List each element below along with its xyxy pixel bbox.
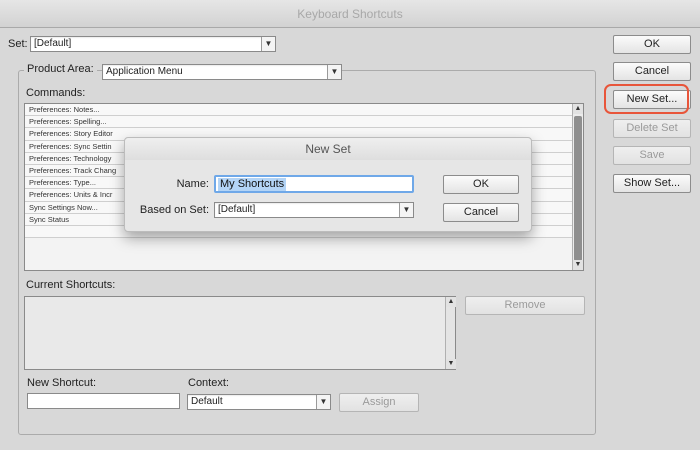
delete-set-button[interactable]: Delete Set (613, 119, 691, 138)
product-area-dropdown[interactable]: Application Menu ▼ (102, 64, 342, 80)
based-on-set-value: [Default] (218, 204, 256, 215)
new-set-cancel-button[interactable]: Cancel (443, 203, 519, 222)
scroll-down-icon[interactable]: ▼ (573, 260, 583, 270)
context-dropdown[interactable]: Default ▼ (187, 394, 331, 410)
chevron-down-icon: ▼ (399, 203, 413, 217)
window-title: Keyboard Shortcuts (0, 0, 700, 28)
current-shortcuts-list[interactable]: ▲ ▼ (24, 296, 456, 370)
set-label: Set: (8, 38, 28, 50)
name-input-value: My Shortcuts (218, 178, 287, 191)
highlight-annotation (604, 84, 689, 114)
context-dropdown-value: Default (191, 396, 223, 407)
product-area-dropdown-value: Application Menu (106, 66, 183, 77)
ok-button[interactable]: OK (613, 35, 691, 54)
show-set-button[interactable]: Show Set... (613, 174, 691, 193)
scroll-up-icon[interactable]: ▲ (573, 104, 583, 114)
context-label: Context: (188, 377, 229, 389)
new-shortcut-input[interactable] (27, 393, 180, 409)
chevron-down-icon: ▼ (327, 65, 341, 79)
new-set-dialog: New Set Name: My Shortcuts Based on Set:… (124, 137, 532, 232)
set-dropdown[interactable]: [Default] ▼ (30, 36, 276, 52)
based-on-set-dropdown[interactable]: [Default] ▼ (214, 202, 414, 218)
cancel-button[interactable]: Cancel (613, 62, 691, 81)
based-on-set-label: Based on Set: (139, 204, 209, 216)
product-area-label: Product Area: (24, 63, 97, 75)
list-item[interactable]: Preferences: Notes... (25, 104, 583, 117)
remove-button[interactable]: Remove (465, 296, 585, 315)
assign-button[interactable]: Assign (339, 393, 419, 412)
scroll-up-icon[interactable]: ▲ (446, 297, 456, 307)
commands-scrollbar[interactable]: ▲ ▼ (572, 104, 583, 270)
list-item[interactable]: Preferences: Spelling... (25, 116, 583, 129)
new-shortcut-label: New Shortcut: (27, 377, 97, 389)
scroll-down-icon[interactable]: ▼ (446, 359, 456, 369)
name-label: Name: (176, 178, 209, 190)
new-set-ok-button[interactable]: OK (443, 175, 519, 194)
chevron-down-icon: ▼ (261, 37, 275, 51)
save-button[interactable]: Save (613, 146, 691, 165)
current-shortcuts-scrollbar[interactable]: ▲ ▼ (445, 297, 456, 369)
commands-label: Commands: (26, 87, 86, 99)
new-set-dialog-title: New Set (125, 138, 531, 160)
name-input[interactable]: My Shortcuts (214, 175, 414, 193)
current-shortcuts-label: Current Shortcuts: (26, 279, 116, 291)
set-dropdown-value: [Default] (34, 38, 72, 49)
scroll-thumb[interactable] (574, 116, 582, 261)
chevron-down-icon: ▼ (316, 395, 330, 409)
